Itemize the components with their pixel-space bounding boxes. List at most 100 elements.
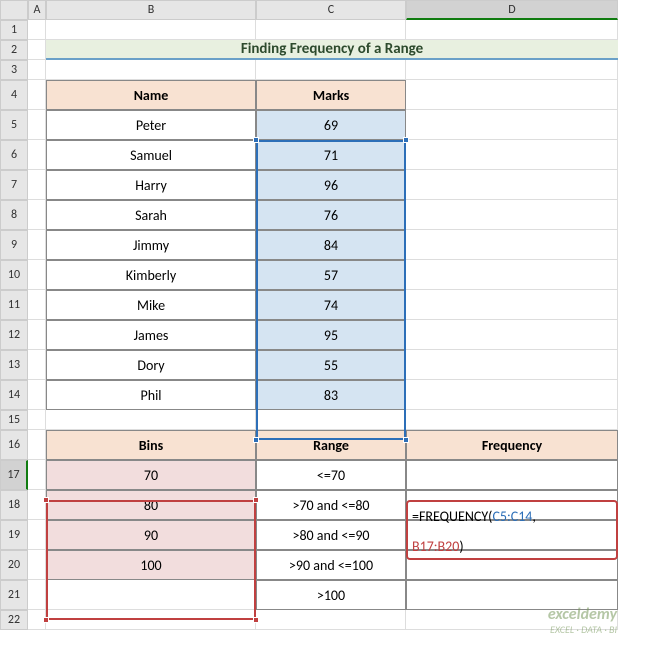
cell-A13[interactable] (28, 350, 46, 380)
cell-A3[interactable] (28, 60, 46, 80)
row-header-19[interactable]: 19 (0, 520, 28, 550)
row-header-7[interactable]: 7 (0, 170, 28, 200)
marks-cell-12[interactable]: 95 (256, 320, 406, 350)
col-header-D[interactable]: D (406, 0, 618, 20)
row-header-5[interactable]: 5 (0, 110, 28, 140)
bins-cell-17[interactable]: 70 (46, 460, 256, 490)
row-header-15[interactable]: 15 (0, 410, 28, 430)
freq-cell-17[interactable] (406, 460, 618, 490)
row-header-22[interactable]: 22 (0, 610, 28, 630)
cell-D15[interactable] (406, 410, 618, 430)
cell-A16[interactable] (28, 430, 46, 460)
marks-cell-9[interactable]: 84 (256, 230, 406, 260)
cell-A2[interactable] (28, 40, 46, 60)
row-header-6[interactable]: 6 (0, 140, 28, 170)
cell-D4[interactable] (406, 80, 618, 110)
marks-cell-7[interactable]: 96 (256, 170, 406, 200)
cell-D1[interactable] (406, 20, 618, 40)
cell-D6[interactable] (406, 140, 618, 170)
cell-A6[interactable] (28, 140, 46, 170)
cell-D11[interactable] (406, 290, 618, 320)
bins-cell-18[interactable]: 80 (46, 490, 256, 520)
marks-cell-13[interactable]: 55 (256, 350, 406, 380)
name-cell-11[interactable]: Mike (46, 290, 256, 320)
cell-C15[interactable] (256, 410, 406, 430)
col-header-C[interactable]: C (256, 0, 406, 20)
cell-A11[interactable] (28, 290, 46, 320)
cell-D3[interactable] (406, 60, 618, 80)
cell-B3[interactable] (46, 60, 256, 80)
cell-A7[interactable] (28, 170, 46, 200)
cell-A19[interactable] (28, 520, 46, 550)
header-range[interactable]: Range (256, 430, 406, 460)
row-header-14[interactable]: 14 (0, 380, 28, 410)
row-header-18[interactable]: 18 (0, 490, 28, 520)
name-cell-6[interactable]: Samuel (46, 140, 256, 170)
range-cell-17[interactable]: <=70 (256, 460, 406, 490)
row-header-12[interactable]: 12 (0, 320, 28, 350)
cell-D5[interactable] (406, 110, 618, 140)
row-header-4[interactable]: 4 (0, 80, 28, 110)
marks-cell-10[interactable]: 57 (256, 260, 406, 290)
row-header-9[interactable]: 9 (0, 230, 28, 260)
cell-D10[interactable] (406, 260, 618, 290)
marks-cell-5[interactable]: 69 (256, 110, 406, 140)
cell-A20[interactable] (28, 550, 46, 580)
marks-cell-14[interactable]: 83 (256, 380, 406, 410)
row-header-20[interactable]: 20 (0, 550, 28, 580)
row-header-10[interactable]: 10 (0, 260, 28, 290)
cell-A15[interactable] (28, 410, 46, 430)
header-name[interactable]: Name (46, 80, 256, 110)
cell-D8[interactable] (406, 200, 618, 230)
freq-cell-20[interactable] (406, 550, 618, 580)
cell-B1[interactable] (46, 20, 256, 40)
range-cell-19[interactable]: >80 and <=90 (256, 520, 406, 550)
row-header-3[interactable]: 3 (0, 60, 28, 80)
row-header-16[interactable]: 16 (0, 430, 28, 460)
marks-cell-6[interactable]: 71 (256, 140, 406, 170)
cell-C1[interactable] (256, 20, 406, 40)
cell-D7[interactable] (406, 170, 618, 200)
cell-A12[interactable] (28, 320, 46, 350)
cell-A9[interactable] (28, 230, 46, 260)
cell-B21[interactable] (46, 580, 256, 610)
cell-D9[interactable] (406, 230, 618, 260)
row-header-13[interactable]: 13 (0, 350, 28, 380)
select-all-corner[interactable] (0, 0, 28, 20)
col-header-A[interactable]: A (28, 0, 46, 20)
header-frequency[interactable]: Frequency (406, 430, 618, 460)
name-cell-12[interactable]: James (46, 320, 256, 350)
cell-A5[interactable] (28, 110, 46, 140)
cell-A10[interactable] (28, 260, 46, 290)
range-cell-20[interactable]: >90 and <=100 (256, 550, 406, 580)
cell-D14[interactable] (406, 380, 618, 410)
header-bins[interactable]: Bins (46, 430, 256, 460)
row-header-21[interactable]: 21 (0, 580, 28, 610)
bins-cell-19[interactable]: 90 (46, 520, 256, 550)
range-cell-21[interactable]: >100 (256, 580, 406, 610)
col-header-B[interactable]: B (46, 0, 256, 20)
marks-cell-11[interactable]: 74 (256, 290, 406, 320)
cell-A18[interactable] (28, 490, 46, 520)
bins-cell-20[interactable]: 100 (46, 550, 256, 580)
name-cell-7[interactable]: Harry (46, 170, 256, 200)
name-cell-8[interactable]: Sarah (46, 200, 256, 230)
cell-A4[interactable] (28, 80, 46, 110)
row-header-11[interactable]: 11 (0, 290, 28, 320)
name-cell-13[interactable]: Dory (46, 350, 256, 380)
name-cell-5[interactable]: Peter (46, 110, 256, 140)
row-header-1[interactable]: 1 (0, 20, 28, 40)
cell-A8[interactable] (28, 200, 46, 230)
cell-A14[interactable] (28, 380, 46, 410)
range-cell-18[interactable]: >70 and <=80 (256, 490, 406, 520)
cell-D12[interactable] (406, 320, 618, 350)
cell-C3[interactable] (256, 60, 406, 80)
header-marks[interactable]: Marks (256, 80, 406, 110)
name-cell-10[interactable]: Kimberly (46, 260, 256, 290)
cell-A1[interactable] (28, 20, 46, 40)
marks-cell-8[interactable]: 76 (256, 200, 406, 230)
name-cell-9[interactable]: Jimmy (46, 230, 256, 260)
row-header-17[interactable]: 17 (0, 460, 28, 490)
row-header-2[interactable]: 2 (0, 40, 28, 60)
cell-B15[interactable] (46, 410, 256, 430)
